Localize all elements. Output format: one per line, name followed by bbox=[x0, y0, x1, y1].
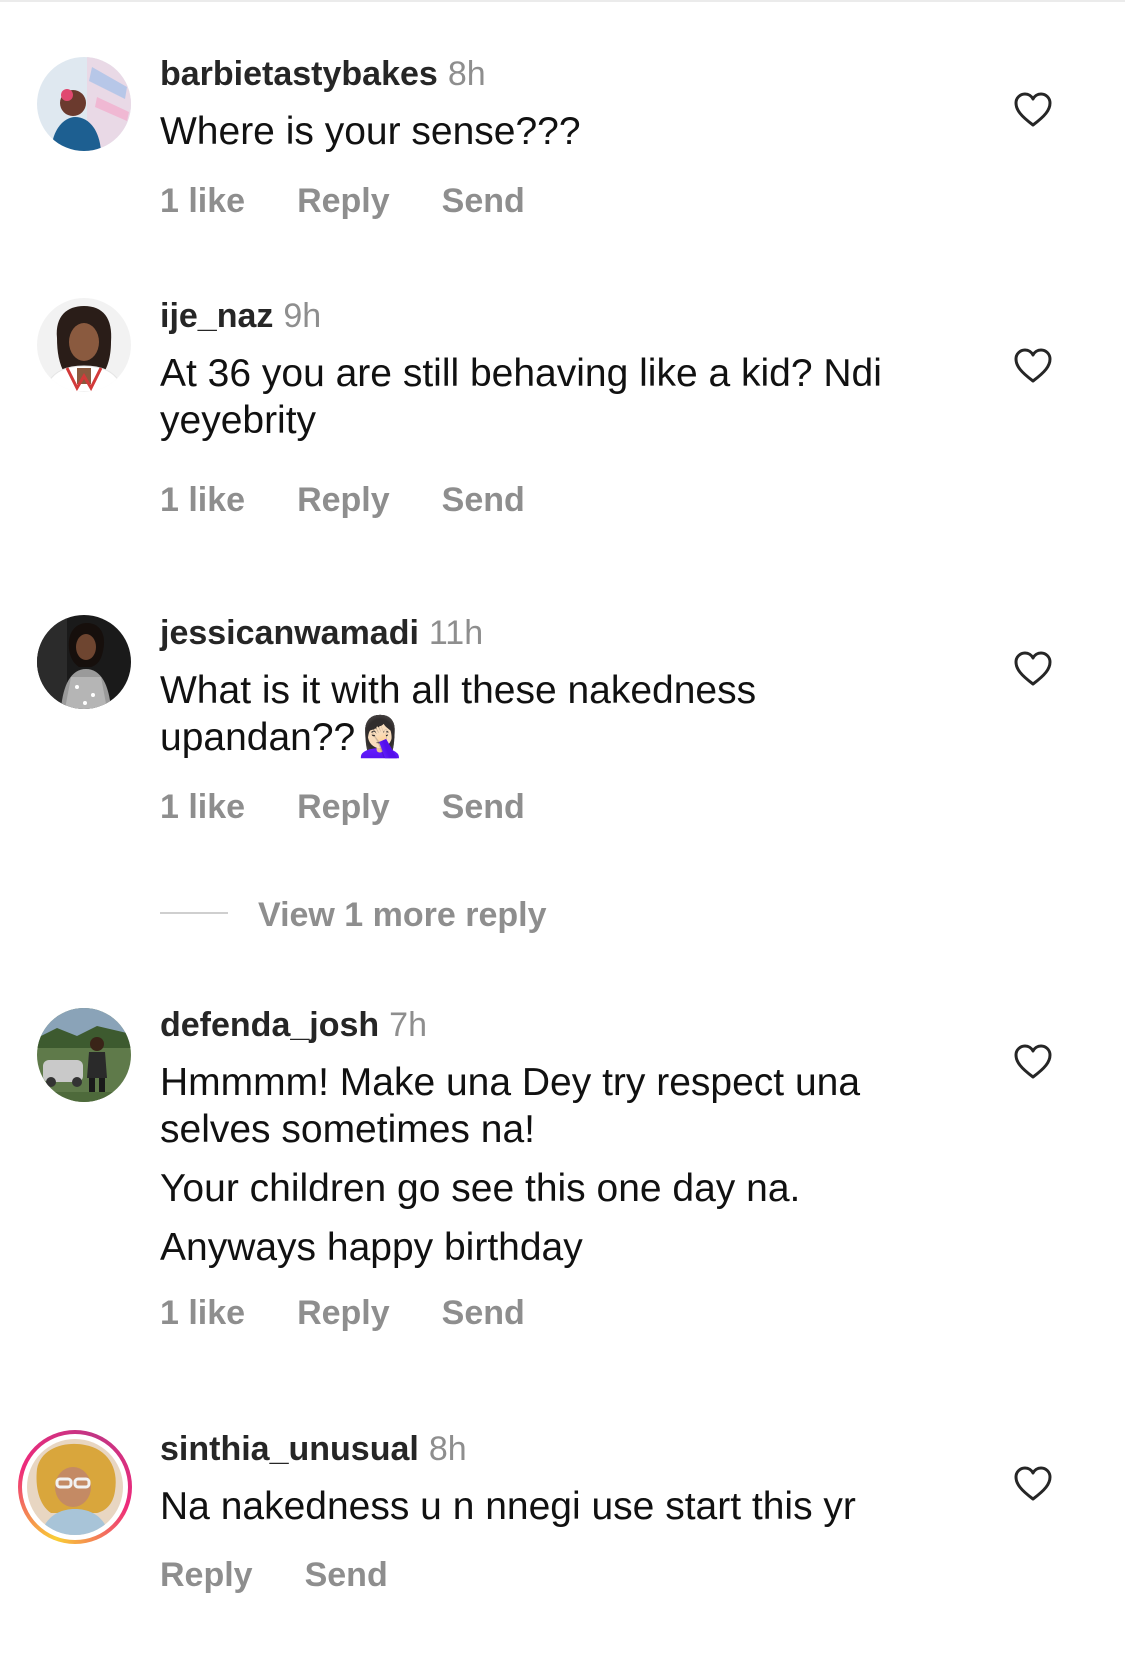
reply-button[interactable]: Reply bbox=[297, 787, 390, 827]
username-link[interactable]: defenda_josh bbox=[160, 1006, 379, 1044]
replies-divider bbox=[160, 912, 228, 915]
comment-actions: 1 like Reply Send bbox=[160, 787, 525, 827]
comment-paragraph: Na nakedness u n nnegi use start this yr bbox=[160, 1485, 856, 1528]
send-button[interactable]: Send bbox=[442, 181, 525, 221]
like-count[interactable]: 1 like bbox=[160, 787, 245, 827]
avatar[interactable] bbox=[37, 615, 131, 709]
comment-paragraph-text: What is it with all these nakedness upan… bbox=[160, 669, 757, 759]
comment-header: sinthia_unusual 8h bbox=[160, 1429, 467, 1469]
comment-actions: 1 like Reply Send bbox=[160, 480, 525, 520]
comment-actions: 1 like Reply Send bbox=[160, 181, 525, 221]
comment-actions: 1 like Reply Send bbox=[160, 1293, 525, 1333]
facepalm-emoji-icon: 🤦🏻‍♀️ bbox=[355, 715, 406, 759]
comment-text: Na nakedness u n nnegi use start this yr bbox=[160, 1483, 960, 1530]
comment-actions: Reply Send bbox=[160, 1555, 388, 1595]
username-link[interactable]: barbietastybakes bbox=[160, 55, 438, 93]
view-more-replies-button[interactable]: View 1 more reply bbox=[160, 895, 547, 935]
comment-time: 8h bbox=[428, 1430, 467, 1468]
reply-button[interactable]: Reply bbox=[297, 181, 390, 221]
comment-header: ije_naz 9h bbox=[160, 296, 321, 336]
avatar-story-ring[interactable] bbox=[18, 1430, 132, 1544]
avatar-photo bbox=[27, 1439, 123, 1535]
heart-icon[interactable] bbox=[1014, 348, 1052, 384]
avatar-photo bbox=[37, 615, 131, 709]
heart-icon[interactable] bbox=[1014, 1044, 1052, 1080]
comment-paragraph: Where is your sense??? bbox=[160, 110, 581, 153]
comment-text: At 36 you are still behaving like a kid?… bbox=[160, 350, 900, 444]
avatar[interactable] bbox=[37, 298, 131, 392]
heart-icon[interactable] bbox=[1014, 1466, 1052, 1502]
top-divider bbox=[0, 0, 1125, 2]
reply-button[interactable]: Reply bbox=[297, 1293, 390, 1333]
send-button[interactable]: Send bbox=[305, 1555, 388, 1595]
avatar-photo bbox=[37, 57, 131, 151]
username-link[interactable]: sinthia_unusual bbox=[160, 1430, 419, 1468]
comment-paragraph: Anyways happy birthday bbox=[160, 1226, 583, 1269]
comment-paragraph: At 36 you are still behaving like a kid?… bbox=[160, 352, 882, 442]
like-count[interactable]: 1 like bbox=[160, 480, 245, 520]
comment-header: defenda_josh 7h bbox=[160, 1005, 427, 1045]
avatar bbox=[27, 1439, 123, 1535]
comment-header: barbietastybakes 8h bbox=[160, 54, 486, 94]
reply-button[interactable]: Reply bbox=[297, 480, 390, 520]
comment-paragraph: What is it with all these nakedness upan… bbox=[160, 667, 860, 761]
avatar[interactable] bbox=[37, 57, 131, 151]
username-link[interactable]: ije_naz bbox=[160, 297, 273, 335]
reply-button[interactable]: Reply bbox=[160, 1555, 253, 1595]
comment-time: 7h bbox=[389, 1006, 427, 1044]
heart-icon[interactable] bbox=[1014, 92, 1052, 128]
send-button[interactable]: Send bbox=[442, 480, 525, 520]
view-more-replies-label: View 1 more reply bbox=[258, 896, 547, 934]
comment-time: 9h bbox=[283, 297, 322, 335]
comment-text: Where is your sense??? bbox=[160, 108, 960, 155]
comment-time: 8h bbox=[447, 55, 486, 93]
comment-text: What is it with all these nakedness upan… bbox=[160, 667, 860, 761]
avatar[interactable] bbox=[37, 1008, 131, 1102]
like-count[interactable]: 1 like bbox=[160, 1293, 245, 1333]
send-button[interactable]: Send bbox=[442, 1293, 525, 1333]
comment-paragraph: Hmmmm! Make una Dey try respect una selv… bbox=[160, 1061, 861, 1151]
comment-header: jessicanwamadi 11h bbox=[160, 613, 483, 653]
comment-time: 11h bbox=[428, 614, 484, 652]
like-count[interactable]: 1 like bbox=[160, 181, 245, 221]
comment-text: Hmmmm! Make una Dey try respect una selv… bbox=[160, 1059, 940, 1271]
send-button[interactable]: Send bbox=[442, 787, 525, 827]
heart-icon[interactable] bbox=[1014, 651, 1052, 687]
avatar-photo bbox=[37, 1008, 131, 1102]
comment-paragraph: Your children go see this one day na. bbox=[160, 1167, 801, 1210]
avatar-photo bbox=[37, 298, 131, 392]
username-link[interactable]: jessicanwamadi bbox=[160, 614, 419, 652]
